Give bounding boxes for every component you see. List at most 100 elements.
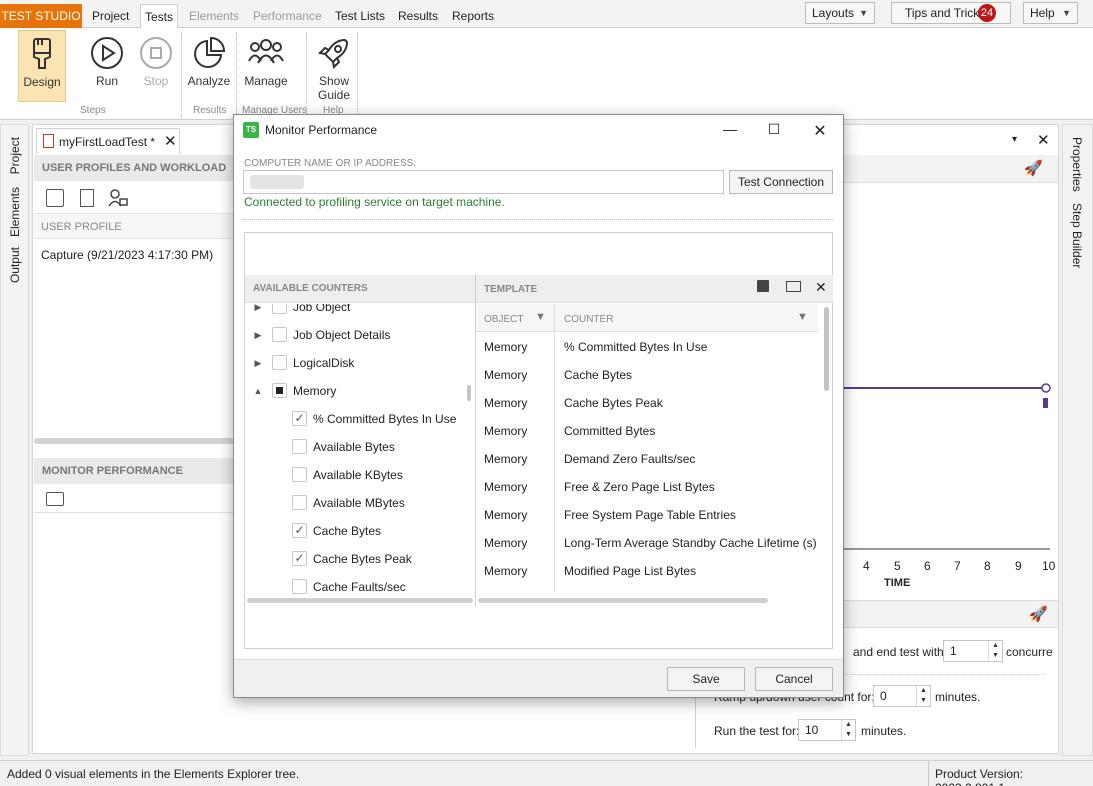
rocket-icon[interactable]: 🚀 bbox=[1024, 159, 1043, 177]
side-tab-elements[interactable]: Elements bbox=[8, 187, 22, 237]
end-users-stepper[interactable]: 1 ▲ ▼ bbox=[943, 640, 1003, 662]
spin-arrows[interactable]: ▲ ▼ bbox=[841, 720, 855, 740]
filter-icon[interactable]: ▼ bbox=[797, 311, 808, 323]
dropdown-icon[interactable]: ▾ bbox=[1012, 134, 1017, 145]
side-tab-properties[interactable]: Properties bbox=[1070, 137, 1084, 192]
run-duration-stepper[interactable]: 10 ▲ ▼ bbox=[798, 719, 856, 741]
analyze-button[interactable]: Analyze bbox=[187, 30, 231, 102]
tick-label-9: 9 bbox=[1015, 559, 1022, 573]
template-row[interactable]: Memory Demand Zero Faults/sec bbox=[476, 445, 818, 473]
template-row[interactable]: Memory Free & Zero Page List Bytes bbox=[476, 473, 818, 501]
counter-checkbox[interactable] bbox=[292, 439, 307, 454]
expand-icon[interactable]: ▶ bbox=[253, 349, 263, 377]
counter-checkbox[interactable] bbox=[292, 579, 307, 594]
ramp-stepper[interactable]: 0 ▲ ▼ bbox=[873, 685, 931, 707]
counter-label: LogicalDisk bbox=[293, 356, 355, 370]
horizontal-scrollbar[interactable] bbox=[34, 438, 234, 444]
counter-tree-item[interactable]: ✓ Cache Bytes Peak bbox=[245, 545, 475, 573]
user-profile-capture[interactable]: Capture (9/21/2023 4:17:30 PM) bbox=[41, 248, 213, 262]
tree-scrollbar[interactable] bbox=[467, 385, 471, 401]
design-button[interactable]: Design bbox=[18, 30, 66, 102]
chart-panel-header: 🚀 bbox=[844, 155, 1058, 183]
counter-checkbox[interactable] bbox=[292, 495, 307, 510]
counter-tree-item[interactable]: ✓ Cache Bytes bbox=[245, 517, 475, 545]
counter-tree-item[interactable]: Available MBytes bbox=[245, 489, 475, 517]
help-dropdown[interactable]: Help ▼ bbox=[1023, 2, 1078, 24]
spin-arrows[interactable]: ▲ ▼ bbox=[988, 641, 1002, 661]
template-scrollbar[interactable] bbox=[824, 307, 829, 391]
rocket-icon[interactable]: 🚀 bbox=[1029, 605, 1048, 623]
counter-checkbox[interactable] bbox=[272, 355, 287, 370]
filter-icon[interactable]: ▼ bbox=[535, 311, 546, 323]
tab-elements[interactable]: Elements bbox=[185, 4, 243, 28]
stop-icon bbox=[140, 37, 172, 69]
object-column-header: OBJECT bbox=[484, 314, 524, 325]
tab-test-lists[interactable]: Test Lists bbox=[331, 4, 389, 28]
counter-tree-item[interactable]: ▶ Job Object Details bbox=[245, 321, 475, 349]
tips-button[interactable]: Tips and Tricks 24 bbox=[891, 2, 1011, 24]
template-horizontal-scrollbar[interactable] bbox=[478, 598, 768, 603]
run-button[interactable]: Run bbox=[86, 30, 128, 102]
template-row[interactable]: Memory % Committed Bytes In Use bbox=[476, 333, 818, 361]
side-tab-project[interactable]: Project bbox=[8, 137, 22, 174]
counter-checkbox[interactable] bbox=[292, 467, 307, 482]
side-tab-output[interactable]: Output bbox=[8, 247, 22, 283]
template-row[interactable]: Memory Cache Bytes Peak bbox=[476, 389, 818, 417]
document-tab[interactable]: myFirstLoadTest * ✕ bbox=[36, 128, 180, 154]
tree-horizontal-scrollbar[interactable] bbox=[247, 598, 473, 603]
counter-checkbox[interactable] bbox=[272, 304, 287, 314]
template-row[interactable]: Memory Modified Page List Bytes bbox=[476, 557, 818, 585]
folder-icon[interactable] bbox=[786, 281, 801, 292]
capture-icon[interactable] bbox=[46, 189, 64, 207]
cancel-button[interactable]: Cancel bbox=[755, 667, 833, 691]
counter-tree-item[interactable]: Cache Faults/sec bbox=[245, 573, 475, 594]
tab-project[interactable]: Project bbox=[88, 4, 133, 28]
counter-column-header: COUNTER bbox=[564, 314, 614, 325]
computer-name-input[interactable] bbox=[243, 170, 724, 194]
tab-tests[interactable]: Tests bbox=[140, 4, 178, 28]
counter-checkbox[interactable] bbox=[272, 327, 287, 342]
tab-results[interactable]: Results bbox=[394, 4, 442, 28]
side-tab-step-builder[interactable]: Step Builder bbox=[1070, 203, 1084, 268]
spin-arrows[interactable]: ▲ ▼ bbox=[916, 686, 930, 706]
counter-checkbox[interactable]: ✓ bbox=[292, 411, 307, 426]
expand-icon[interactable]: ▶ bbox=[253, 321, 263, 349]
close-icon[interactable]: ✕ bbox=[815, 279, 827, 296]
counter-tree-item[interactable]: ▶ LogicalDisk bbox=[245, 349, 475, 377]
available-counters-header: AVAILABLE COUNTERS bbox=[245, 275, 475, 303]
show-guide-button[interactable]: Show Guide bbox=[312, 30, 356, 102]
template-row[interactable]: Memory Free System Page Table Entries bbox=[476, 501, 818, 529]
brand-label[interactable]: TEST STUDIO bbox=[0, 4, 82, 28]
counter-checkbox[interactable] bbox=[272, 383, 287, 398]
counter-tree-item[interactable]: ▶ Job Object bbox=[245, 304, 475, 321]
counter-label: Cache Bytes Peak bbox=[313, 552, 412, 566]
counter-tree-item[interactable]: ✓ % Committed Bytes In Use bbox=[245, 405, 475, 433]
tab-performance[interactable]: Performance bbox=[249, 4, 326, 28]
monitor-icon[interactable] bbox=[46, 492, 64, 506]
manage-button[interactable]: Manage bbox=[243, 30, 289, 102]
collapse-icon[interactable]: ▲ bbox=[253, 377, 263, 405]
play-icon bbox=[91, 37, 123, 69]
counter-tree-item[interactable]: Available Bytes bbox=[245, 433, 475, 461]
template-row[interactable]: Memory Committed Bytes bbox=[476, 417, 818, 445]
counter-tree-item[interactable]: ▲ Memory bbox=[245, 377, 475, 405]
test-connection-button[interactable]: Test Connection bbox=[729, 170, 833, 194]
save-icon[interactable] bbox=[757, 280, 769, 292]
template-row[interactable]: Memory Cache Bytes bbox=[476, 361, 818, 389]
tab-reports[interactable]: Reports bbox=[448, 4, 498, 28]
counter-checkbox[interactable]: ✓ bbox=[292, 551, 307, 566]
counter-checkbox[interactable]: ✓ bbox=[292, 523, 307, 538]
user-settings-icon[interactable] bbox=[108, 189, 128, 207]
import-icon[interactable] bbox=[80, 189, 94, 207]
counter-tree-item[interactable]: Available KBytes bbox=[245, 461, 475, 489]
layouts-dropdown[interactable]: Layouts ▼ bbox=[805, 2, 875, 24]
close-icon[interactable]: ✕ bbox=[164, 132, 177, 150]
expand-icon[interactable]: ▶ bbox=[253, 304, 263, 321]
minimize-icon[interactable]: — bbox=[715, 121, 745, 141]
maximize-icon[interactable]: ☐ bbox=[759, 121, 789, 141]
template-row[interactable]: Memory Long-Term Average Standby Cache Li… bbox=[476, 529, 818, 557]
stop-button[interactable]: Stop bbox=[136, 30, 176, 102]
close-icon[interactable]: ✕ bbox=[805, 121, 835, 141]
close-icon[interactable]: ✕ bbox=[1037, 131, 1050, 149]
save-button[interactable]: Save bbox=[667, 667, 745, 691]
